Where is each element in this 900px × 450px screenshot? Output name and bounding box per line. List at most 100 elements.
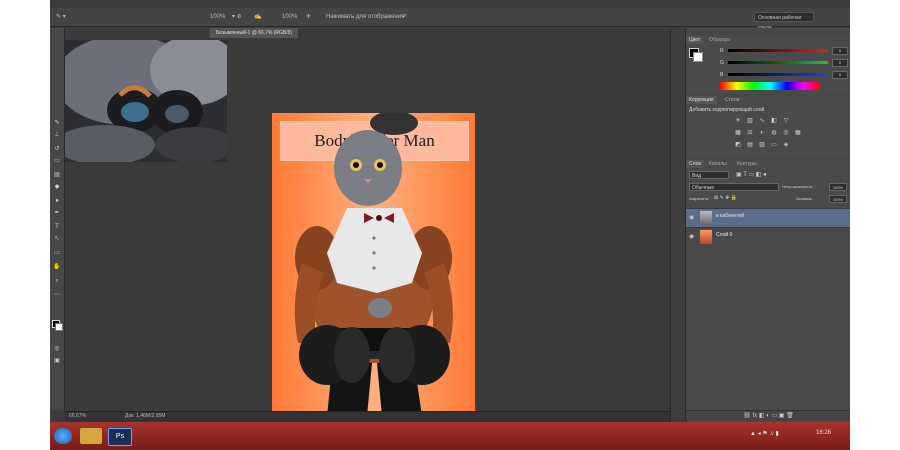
layer-row[interactable]: ◉ Слой 0 — [686, 227, 850, 246]
status-doc-size: Док: 1,46M/2,95M — [125, 413, 166, 419]
document-area[interactable]: Bodybuilder Man — [65, 38, 670, 416]
hue-sat-icon[interactable]: ▦ — [734, 130, 742, 137]
toolbox: ✎ ⊥ ↺ ▭ ▤ ◆ ● ✒ T ↖ ▭ ✋ ⌕ ⋯ ◎ ▣ — [50, 28, 65, 410]
value-g[interactable]: 0 — [832, 59, 848, 67]
slider-g[interactable] — [728, 61, 828, 64]
tool-preset-icon[interactable]: ✎ ▾ — [56, 12, 66, 22]
stamp-tool-icon[interactable]: ⊥ — [53, 132, 61, 138]
color-lookup-icon[interactable]: ▦ — [794, 130, 802, 137]
selective-color-icon[interactable]: ◈ — [782, 142, 790, 149]
exposure-icon[interactable]: ◧ — [770, 118, 778, 125]
tab-adjustments[interactable]: Коррекция — [686, 96, 717, 104]
screen-mode-icon[interactable]: ▣ — [53, 358, 61, 364]
slider-b[interactable] — [728, 73, 828, 76]
taskbar: Ps ▲ ◂ ⚑ ♫ ▮ 16:26 — [50, 422, 850, 450]
fill-field[interactable]: 100% — [829, 195, 847, 203]
blur-tool-icon[interactable]: ◆ — [53, 184, 61, 190]
webcam-image — [65, 40, 227, 162]
visibility-eye-icon[interactable]: ◉ — [689, 214, 697, 222]
levels-icon[interactable]: ▥ — [746, 118, 754, 125]
zoom-tool-icon[interactable]: ⌕ — [53, 278, 61, 284]
color-balance-icon[interactable]: ⚖ — [746, 130, 754, 137]
zoom-percent-1[interactable]: 100% — [210, 12, 225, 22]
brush-tool-icon[interactable]: ✎ — [53, 120, 61, 126]
status-bar: 66,67% Док: 1,46M/2,95M — [65, 411, 670, 422]
invert-icon[interactable]: ◩ — [734, 142, 742, 149]
adjustments-panel: Коррекция Стили Добавить корректирующий … — [686, 96, 850, 158]
smoothing-checkbox-label[interactable]: Нажимать для отображения — [326, 12, 404, 22]
options-bar: ✎ ▾ 100% ▾ ⊘ ✍ 100% ✈ Нажимать для отобр… — [50, 8, 850, 31]
layer-name[interactable]: в кабинетей — [716, 213, 744, 219]
quick-mask-icon[interactable]: ◎ — [53, 346, 61, 352]
history-brush-icon[interactable]: ↺ — [53, 146, 61, 152]
zoom-percent-2[interactable]: 100% — [282, 12, 297, 22]
channel-mixer-icon[interactable]: ◎ — [782, 130, 790, 137]
adjustments-hint: Добавить корректирующий слой — [689, 107, 765, 113]
workspace-select[interactable]: Основная рабочая среда — [754, 12, 814, 31]
panel-dock-strip — [671, 28, 686, 422]
status-zoom[interactable]: 66,67% — [69, 413, 86, 419]
path-select-icon[interactable]: ↖ — [53, 236, 61, 242]
vibrance-icon[interactable]: ▽ — [782, 118, 790, 125]
tab-styles[interactable]: Стили — [722, 96, 742, 104]
tab-color[interactable]: Цвет — [686, 36, 704, 44]
clock[interactable]: 16:26 — [816, 430, 831, 436]
photoshop-taskbar-button[interactable]: Ps — [108, 428, 132, 446]
explorer-taskbar-icon[interactable] — [80, 428, 102, 444]
layer-name[interactable]: Слой 0 — [716, 232, 732, 238]
pressure-icon[interactable]: ✍ — [254, 12, 261, 22]
tab-channels[interactable]: Каналы — [706, 160, 730, 168]
airbrush-icon[interactable]: ✈ — [306, 12, 311, 22]
more-tools-icon[interactable]: ⋯ — [53, 292, 61, 298]
opacity-label: Непрозрачность: — [782, 184, 814, 189]
bodybuilder-cat-artwork — [294, 113, 453, 416]
gradient-tool-icon[interactable]: ▤ — [53, 172, 61, 178]
layer-filter-icons[interactable]: ▣ T ▭ ◧ ● — [736, 171, 767, 178]
mode-icon[interactable]: ▾ ⊘ — [232, 12, 242, 22]
pen-tool-icon[interactable]: ✒ — [53, 210, 61, 216]
document-tabbar: Безымянный-1 @ 66,7% (RGB/8) — [210, 28, 670, 38]
eraser-tool-icon[interactable]: ▭ — [53, 158, 61, 164]
lock-label: Закрепить: — [689, 196, 710, 201]
layer-thumbnail — [700, 230, 712, 244]
layers-panel: Слои Каналы Контуры Вид ▣ T ▭ ◧ ● Обычны… — [686, 160, 850, 422]
brightness-icon[interactable]: ☀ — [734, 118, 742, 125]
color-panel: Цвет Образцы R 0 G 0 B 0 — [686, 36, 850, 94]
dodge-tool-icon[interactable]: ● — [53, 198, 61, 204]
blend-mode-select[interactable]: Обычные — [689, 183, 779, 191]
start-button[interactable] — [54, 428, 72, 444]
photoshop-window: ✎ ▾ 100% ▾ ⊘ ✍ 100% ✈ Нажимать для отобр… — [50, 0, 850, 450]
tray-icons[interactable]: ▲ ◂ ⚑ ♫ ▮ — [750, 430, 779, 437]
channel-g-label: G — [720, 60, 724, 66]
tab-layers[interactable]: Слои — [686, 160, 705, 168]
hand-tool-icon[interactable]: ✋ — [53, 264, 61, 270]
tab-paths[interactable]: Контуры — [734, 160, 760, 168]
opacity-field[interactable]: 100% — [829, 183, 847, 191]
pressure-size-icon[interactable]: ✐ — [402, 12, 407, 22]
posterize-icon[interactable]: ▤ — [746, 142, 754, 149]
value-r[interactable]: 0 — [832, 47, 848, 55]
gradient-map-icon[interactable]: ▭ — [770, 142, 778, 149]
color-bg-swatch[interactable] — [693, 52, 703, 62]
document-tab[interactable]: Безымянный-1 @ 66,7% (RGB/8) — [210, 28, 299, 38]
shape-tool-icon[interactable]: ▭ — [53, 250, 61, 256]
background-color-swatch[interactable] — [55, 323, 63, 331]
right-panels: Цвет Образцы R 0 G 0 B 0 Коррекция Стили… — [670, 28, 850, 422]
color-spectrum-bar[interactable] — [720, 82, 820, 90]
photo-filter-icon[interactable]: ◍ — [770, 130, 778, 137]
lock-icons[interactable]: ⊠ ✎ ✥ 🔒 — [714, 195, 737, 201]
bw-icon[interactable]: ◐ — [758, 130, 766, 137]
layer-row[interactable]: ◉ в кабинетей — [686, 208, 850, 227]
curves-icon[interactable]: ∿ — [758, 118, 766, 125]
type-tool-icon[interactable]: T — [53, 224, 61, 230]
channel-r-label: R — [720, 48, 724, 54]
webcam-overlay — [65, 40, 227, 162]
layers-panel-footer-icons[interactable]: ⛓ fx ◧ ◐ ▭ ▣ 🗑 — [686, 410, 850, 421]
visibility-eye-icon[interactable]: ◉ — [689, 233, 697, 241]
threshold-icon[interactable]: ▨ — [758, 142, 766, 149]
slider-r[interactable] — [728, 49, 828, 52]
layer-filter-select[interactable]: Вид — [689, 171, 729, 179]
canvas-image[interactable]: Bodybuilder Man — [272, 113, 475, 416]
tab-swatches[interactable]: Образцы — [706, 36, 733, 44]
value-b[interactable]: 0 — [832, 71, 848, 79]
